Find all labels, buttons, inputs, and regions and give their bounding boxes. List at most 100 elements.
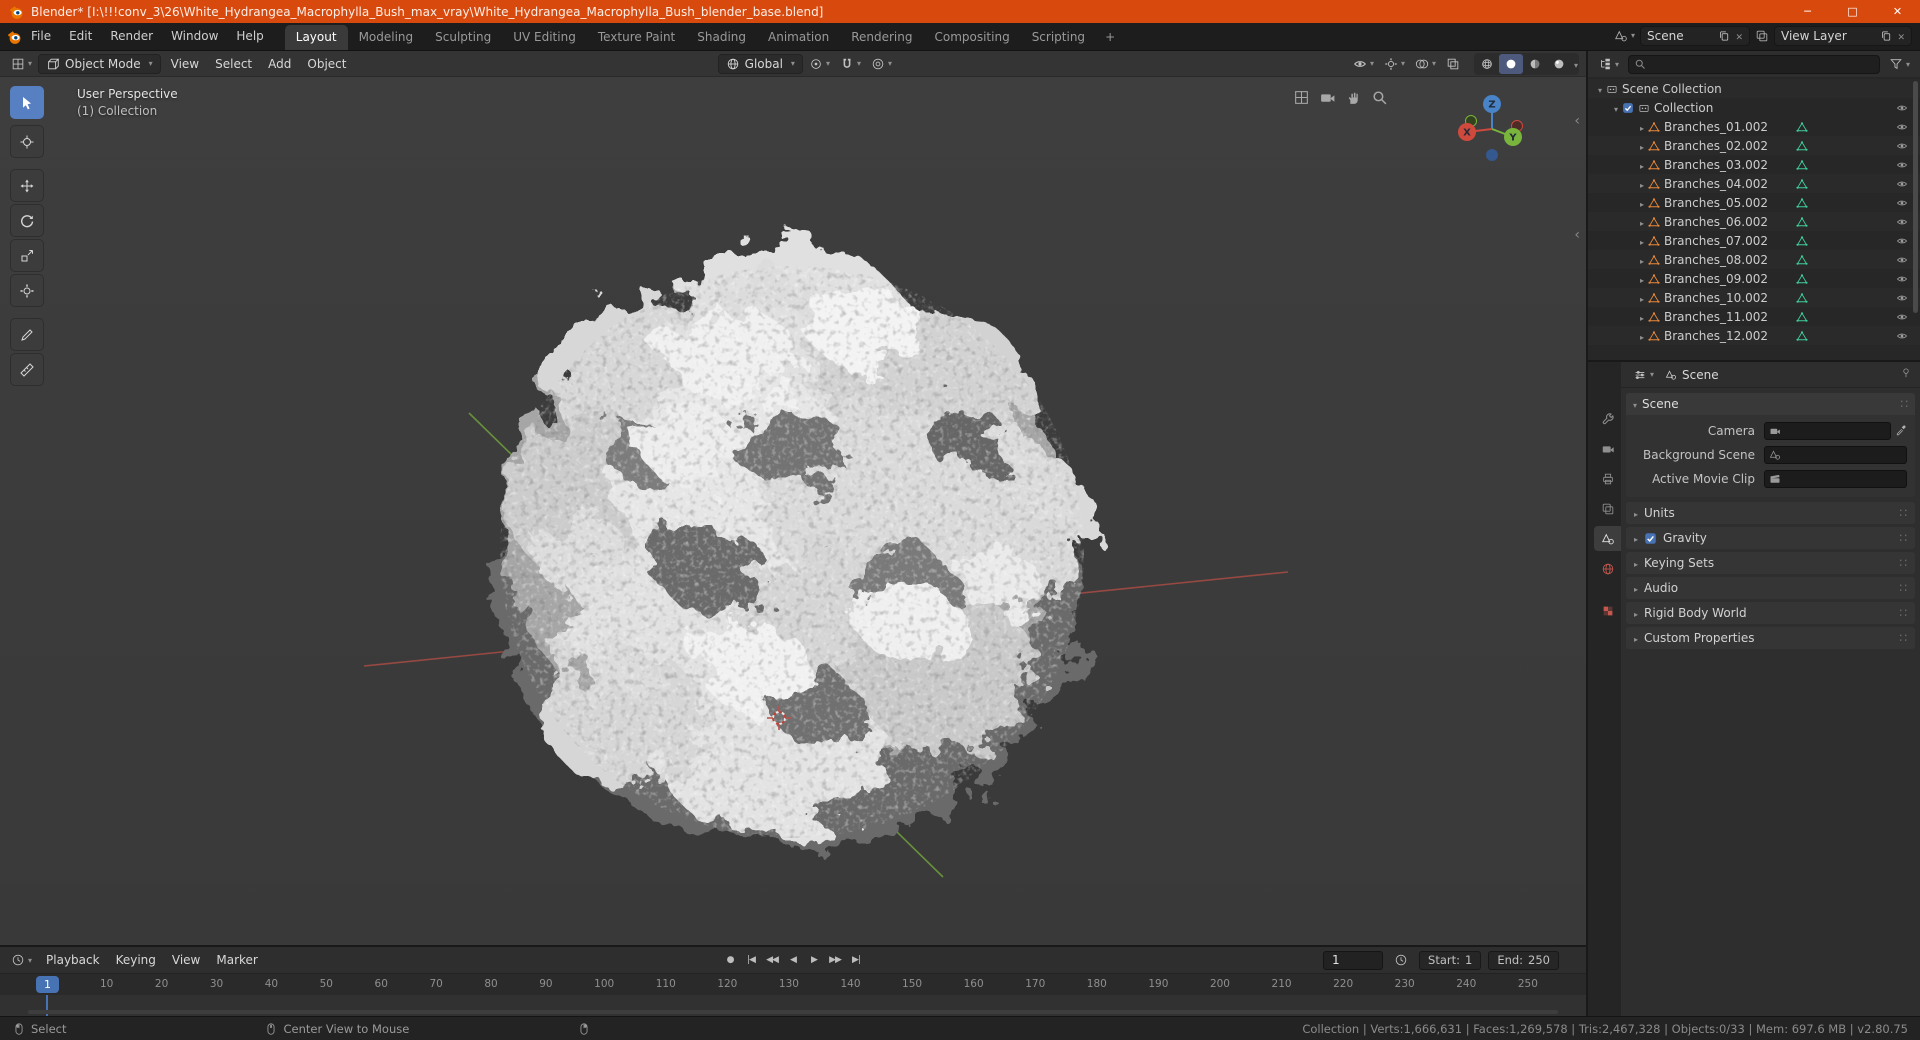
properties-editor-type-icon[interactable] bbox=[1629, 368, 1658, 382]
collapsed-panel-header[interactable]: Audio bbox=[1626, 577, 1915, 599]
outliner-object-row[interactable]: Branches_11.002 bbox=[1588, 307, 1920, 326]
cursor-tool-button[interactable] bbox=[10, 125, 44, 158]
viewport-menu-item[interactable]: Object bbox=[299, 57, 354, 71]
tab-scene[interactable] bbox=[1594, 526, 1621, 551]
tab-render[interactable] bbox=[1594, 436, 1621, 461]
new-scene-icon[interactable] bbox=[1718, 30, 1730, 42]
outliner-object-row[interactable]: Branches_10.002 bbox=[1588, 288, 1920, 307]
frame-start-field[interactable]: Start: 1 bbox=[1419, 950, 1482, 970]
disclosure-icon[interactable] bbox=[1640, 272, 1644, 286]
hide-eye-icon[interactable] bbox=[1896, 197, 1908, 209]
disclosure-icon[interactable] bbox=[1640, 139, 1644, 153]
outliner-object-row[interactable]: Branches_06.002 bbox=[1588, 212, 1920, 231]
outliner-object-row[interactable]: Branches_12.002 bbox=[1588, 326, 1920, 345]
current-frame-field[interactable]: 1 bbox=[1323, 950, 1384, 970]
hide-eye-icon[interactable] bbox=[1896, 102, 1908, 114]
close-button[interactable] bbox=[1875, 0, 1920, 23]
filter-funnel-icon[interactable] bbox=[1885, 57, 1914, 71]
workspace-tab[interactable]: Layout bbox=[284, 25, 348, 50]
scene-selector[interactable]: Scene bbox=[1640, 25, 1750, 46]
background-scene-field[interactable] bbox=[1764, 446, 1907, 464]
timeline-ruler[interactable]: 10 20 30 40 50 60 70 80 90 100 110 120 130 140 150 160 1… bbox=[0, 973, 1586, 995]
shading-wireframe-button[interactable] bbox=[1475, 54, 1499, 74]
outliner-collection-row[interactable]: Collection bbox=[1588, 98, 1920, 117]
eyedropper-icon[interactable] bbox=[1895, 424, 1907, 439]
gizmos-dropdown[interactable] bbox=[1380, 57, 1409, 71]
disclosure-icon[interactable] bbox=[1640, 215, 1644, 229]
workspace-tab[interactable]: Shading bbox=[686, 25, 757, 50]
hide-eye-icon[interactable] bbox=[1896, 159, 1908, 171]
disclosure-icon[interactable] bbox=[1640, 234, 1644, 248]
orientation-dropdown[interactable]: Global bbox=[717, 53, 803, 74]
disclosure-icon[interactable] bbox=[1598, 82, 1602, 96]
pin-icon[interactable] bbox=[1900, 367, 1912, 382]
hide-eye-icon[interactable] bbox=[1896, 311, 1908, 323]
viewport-canvas[interactable] bbox=[0, 77, 1586, 945]
tab-tool[interactable] bbox=[1594, 406, 1621, 431]
hide-eye-icon[interactable] bbox=[1896, 254, 1908, 266]
timeline-menu-item[interactable]: Playback bbox=[38, 953, 108, 967]
outliner-object-row[interactable]: Branches_02.002 bbox=[1588, 136, 1920, 155]
editor-type-icon[interactable] bbox=[7, 57, 36, 71]
menu-item[interactable]: Help bbox=[227, 23, 272, 50]
unlink-scene-icon[interactable] bbox=[1735, 29, 1743, 43]
collection-checkbox[interactable] bbox=[1622, 102, 1634, 114]
blender-menu-icon[interactable] bbox=[6, 29, 22, 45]
gizmo-region-arrow[interactable]: ‹ bbox=[1574, 227, 1580, 243]
timeline-menu-item[interactable]: View bbox=[164, 953, 208, 967]
active-movie-clip-field[interactable] bbox=[1764, 470, 1907, 488]
collapsed-panel-header[interactable]: Custom Properties bbox=[1626, 627, 1915, 649]
camera-view-icon[interactable] bbox=[1319, 89, 1336, 109]
xray-toggle[interactable] bbox=[1442, 57, 1464, 71]
timeline-menu-item[interactable]: Marker bbox=[208, 953, 265, 967]
ortho-grid-icon[interactable] bbox=[1293, 89, 1310, 109]
tab-texture[interactable] bbox=[1594, 598, 1621, 623]
add-workspace-button[interactable]: + bbox=[1096, 25, 1124, 50]
hide-eye-icon[interactable] bbox=[1896, 121, 1908, 133]
viewport-3d[interactable]: Object Mode ViewSelectAddObject Global bbox=[0, 51, 1586, 945]
scale-tool-button[interactable] bbox=[10, 239, 44, 272]
jump-to-end-button[interactable]: ▶| bbox=[847, 951, 866, 969]
outliner-object-row[interactable]: Branches_01.002 bbox=[1588, 117, 1920, 136]
disclosure-icon[interactable] bbox=[1640, 253, 1644, 267]
hide-eye-icon[interactable] bbox=[1896, 292, 1908, 304]
outliner-object-row[interactable]: Branches_05.002 bbox=[1588, 193, 1920, 212]
shading-solid-button[interactable] bbox=[1498, 53, 1523, 74]
zoom-icon[interactable] bbox=[1371, 89, 1388, 109]
frame-end-field[interactable]: End: 250 bbox=[1488, 950, 1559, 970]
disclosure-icon[interactable] bbox=[1640, 120, 1644, 134]
outliner-object-row[interactable]: Branches_09.002 bbox=[1588, 269, 1920, 288]
browse-scene-icon[interactable] bbox=[1614, 29, 1635, 43]
workspace-tab[interactable]: Sculpting bbox=[424, 25, 502, 50]
workspace-tab[interactable]: UV Editing bbox=[502, 25, 587, 50]
play-reverse-button[interactable]: ◀ bbox=[784, 951, 803, 969]
gizmo-neg-z[interactable] bbox=[1486, 149, 1498, 161]
workspace-tab[interactable]: Compositing bbox=[923, 25, 1020, 50]
workspace-tab[interactable]: Scripting bbox=[1021, 25, 1096, 50]
shading-options-dropdown[interactable] bbox=[1571, 57, 1578, 71]
jump-to-start-button[interactable]: |◀ bbox=[742, 951, 761, 969]
navigation-gizmo[interactable]: Z X Y bbox=[1450, 87, 1534, 171]
pan-hand-icon[interactable] bbox=[1345, 89, 1362, 109]
disclosure-icon[interactable] bbox=[1640, 196, 1644, 210]
transform-tool-button[interactable] bbox=[10, 274, 44, 307]
view-layer-selector[interactable]: View Layer bbox=[1774, 25, 1912, 46]
mode-dropdown[interactable]: Object Mode bbox=[38, 53, 161, 74]
outliner-editor-type-icon[interactable] bbox=[1594, 57, 1623, 71]
menu-item[interactable]: Render bbox=[101, 23, 162, 50]
measure-tool-button[interactable] bbox=[10, 353, 44, 386]
annotate-tool-button[interactable] bbox=[10, 318, 44, 351]
shading-rendered-button[interactable] bbox=[1547, 54, 1571, 74]
disclosure-icon[interactable] bbox=[1640, 177, 1644, 191]
outliner-object-row[interactable]: Branches_03.002 bbox=[1588, 155, 1920, 174]
menu-item[interactable]: File bbox=[22, 23, 60, 50]
workspace-tab[interactable]: Rendering bbox=[840, 25, 923, 50]
sidebar-toggle-arrow[interactable]: ‹ bbox=[1574, 113, 1580, 129]
viewport-menu-item[interactable]: View bbox=[163, 57, 207, 71]
workspace-tab[interactable]: Modeling bbox=[348, 25, 425, 50]
collapsed-panel-header[interactable]: Rigid Body World bbox=[1626, 602, 1915, 624]
pivot-point-dropdown[interactable] bbox=[805, 57, 834, 71]
new-view-layer-icon[interactable] bbox=[1880, 30, 1892, 42]
workspace-tab[interactable]: Animation bbox=[757, 25, 840, 50]
outliner-scrollbar[interactable] bbox=[1913, 81, 1918, 313]
